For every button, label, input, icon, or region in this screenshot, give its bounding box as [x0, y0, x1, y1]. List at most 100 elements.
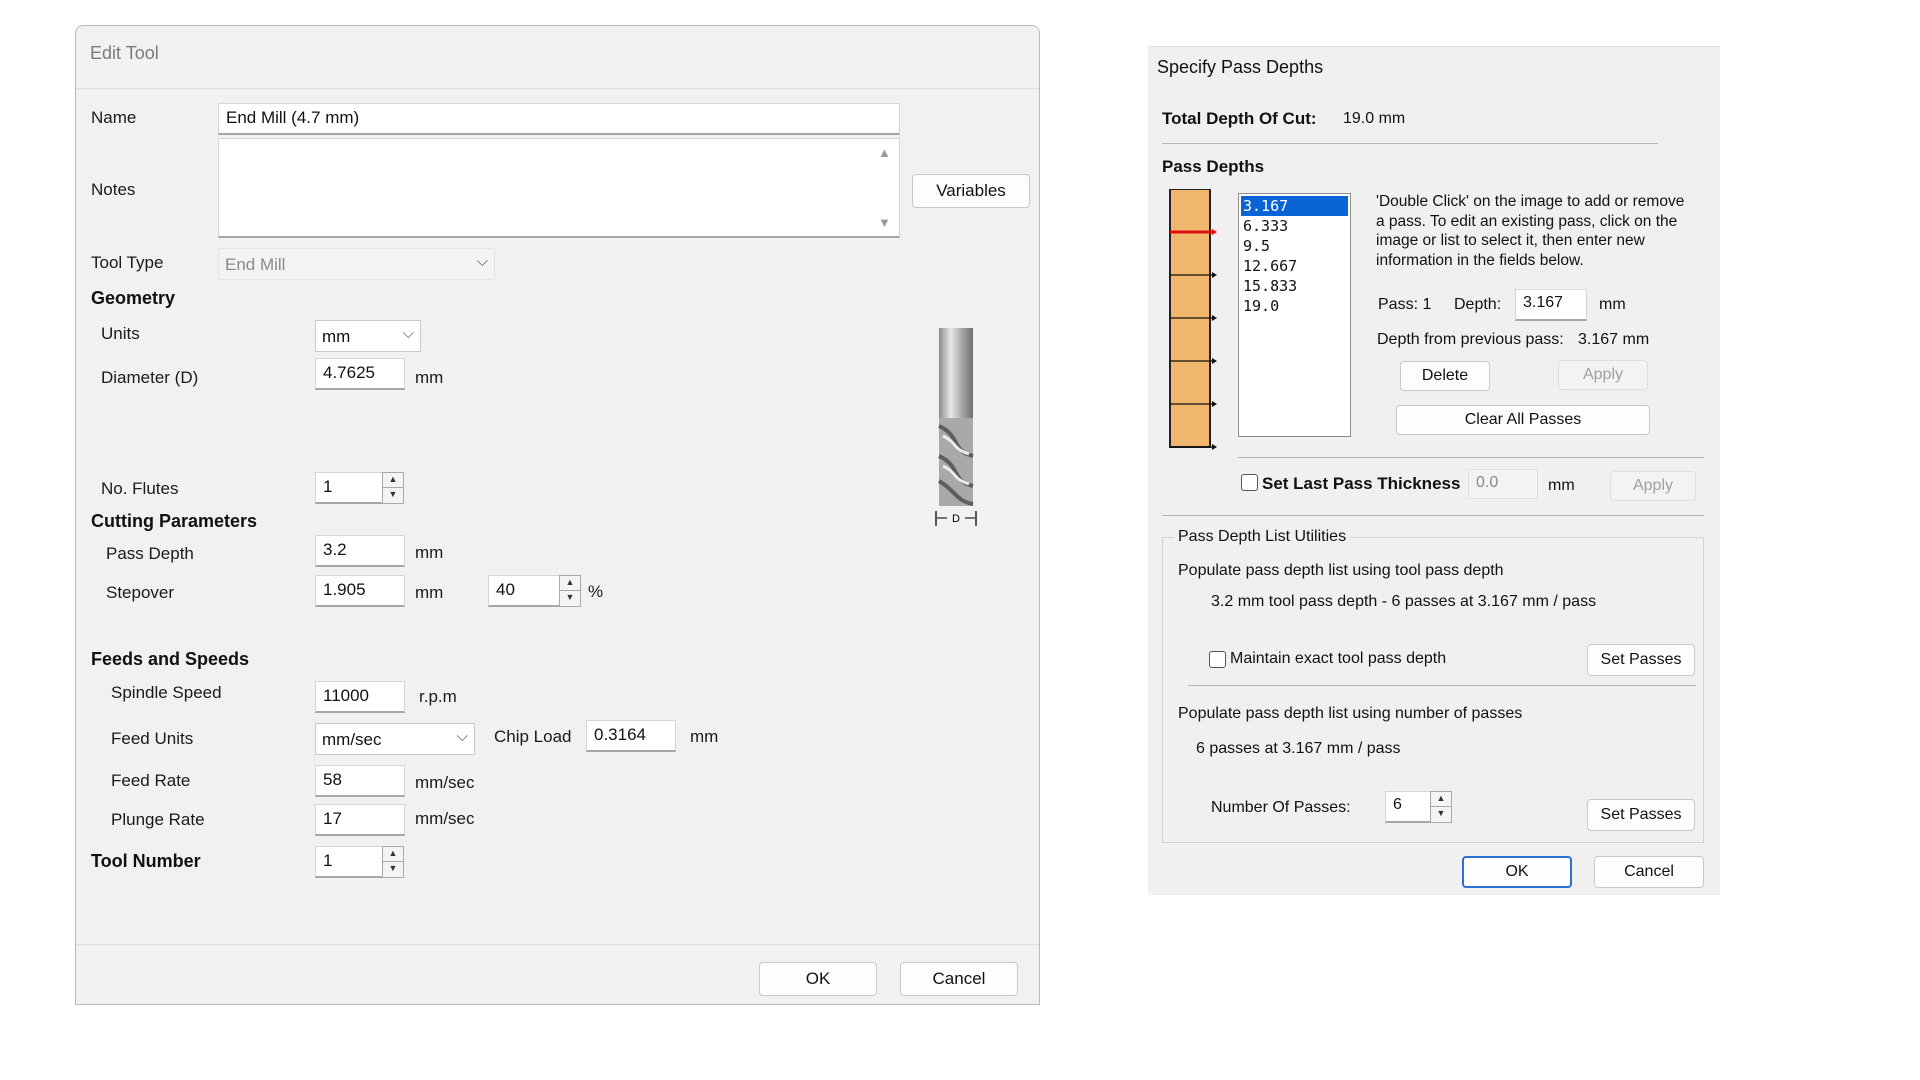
set-last-pass-label: Set Last Pass Thickness: [1262, 474, 1461, 493]
depth-unit: mm: [1599, 296, 1626, 313]
pass-depth-list[interactable]: 3.167 6.333 9.5 12.667 15.833 19.0: [1238, 193, 1351, 437]
notes-scrollbar[interactable]: ▲ ▼: [873, 139, 899, 236]
utilities-header: Pass Depth List Utilities: [1174, 528, 1351, 546]
divider: [1162, 515, 1704, 516]
units-select[interactable]: mm ⌵: [315, 320, 421, 352]
notes-textarea[interactable]: ▲ ▼: [218, 138, 900, 238]
depth-from-previous-label: Depth from previous pass:: [1377, 331, 1564, 348]
tool-type-value: End Mill: [225, 255, 286, 274]
delete-button[interactable]: Delete: [1400, 361, 1490, 391]
number-of-passes-label: Number Of Passes:: [1211, 799, 1351, 816]
units-value: mm: [322, 327, 351, 346]
dialog-title: Specify Pass Depths: [1157, 57, 1324, 77]
chevron-down-icon: ⌵: [456, 728, 468, 745]
pass-marker-icon: [1212, 271, 1217, 278]
number-of-passes-stepper[interactable]: ▲ ▼: [1430, 791, 1452, 823]
tool-type-label: Tool Type: [91, 253, 164, 272]
pass-list-item[interactable]: 15.833: [1241, 276, 1348, 296]
stepper-down-icon[interactable]: ▼: [1431, 807, 1451, 822]
tool-number-stepper[interactable]: ▲ ▼: [382, 846, 404, 878]
stepover-percent-input[interactable]: 40: [488, 575, 560, 607]
divider: [1238, 457, 1704, 458]
pass-list-item[interactable]: 9.5: [1241, 236, 1348, 256]
populate-tool-info: 3.2 mm tool pass depth - 6 passes at 3.1…: [1211, 593, 1597, 610]
stepper-down-icon[interactable]: ▼: [383, 488, 403, 503]
number-of-passes-input[interactable]: 6: [1385, 791, 1431, 823]
pass-depth-unit: mm: [415, 543, 444, 562]
stepover-label: Stepover: [106, 583, 175, 602]
tool-number-label: Tool Number: [91, 851, 201, 871]
set-last-pass-apply-button: Apply: [1610, 471, 1696, 501]
spindle-speed-unit: r.p.m: [419, 687, 457, 706]
maintain-exact-label: Maintain exact tool pass depth: [1230, 650, 1447, 667]
pass-marker-icon: [1212, 358, 1217, 365]
set-last-pass-checkbox[interactable]: [1241, 474, 1258, 491]
instructions-text: 'Double Click' on the image to add or re…: [1376, 193, 1685, 269]
set-last-pass-input: 0.0: [1468, 469, 1538, 499]
stepper-down-icon[interactable]: ▼: [560, 591, 580, 606]
divider: [1188, 685, 1696, 686]
stepper-up-icon[interactable]: ▲: [560, 576, 580, 591]
name-input[interactable]: End Mill (4.7 mm): [218, 103, 900, 135]
chip-load-unit: mm: [690, 727, 719, 746]
diameter-label: Diameter (D): [101, 368, 199, 387]
stepper-up-icon[interactable]: ▲: [383, 473, 403, 488]
set-passes-number-button[interactable]: Set Passes: [1587, 799, 1695, 831]
pass-list-item[interactable]: 19.0: [1241, 296, 1348, 316]
flutes-stepper[interactable]: ▲ ▼: [382, 472, 404, 504]
pass-depths-header: Pass Depths: [1162, 157, 1265, 176]
pass-depth-label: Pass Depth: [106, 544, 194, 563]
maintain-exact-checkbox[interactable]: [1209, 651, 1226, 668]
stepper-up-icon[interactable]: ▲: [383, 847, 403, 862]
chip-load-input[interactable]: 0.3164: [586, 720, 676, 752]
feed-units-select[interactable]: mm/sec ⌵: [315, 723, 475, 755]
depth-input[interactable]: 3.167: [1515, 289, 1587, 321]
pass-list-item[interactable]: 3.167: [1241, 196, 1348, 216]
tool-diagram: D: [935, 328, 977, 526]
stepper-up-icon[interactable]: ▲: [1431, 792, 1451, 807]
stepper-down-icon[interactable]: ▼: [383, 862, 403, 877]
pass-marker-icon: [1212, 444, 1217, 450]
stepover-input[interactable]: 1.905: [315, 575, 405, 607]
spindle-speed-input[interactable]: 11000: [315, 681, 405, 713]
feed-rate-input[interactable]: 58: [315, 765, 405, 797]
stepover-percent-stepper[interactable]: ▲ ▼: [559, 575, 581, 607]
ok-button[interactable]: OK: [1462, 856, 1572, 888]
tool-number-input[interactable]: 1: [315, 846, 383, 878]
name-label: Name: [91, 108, 137, 127]
pass-depth-bar[interactable]: [1168, 189, 1224, 451]
plunge-rate-unit: mm/sec: [415, 809, 475, 828]
flutes-input[interactable]: 1: [315, 472, 383, 504]
flutes-label: No. Flutes: [101, 479, 179, 498]
footer-divider: [76, 944, 1039, 945]
feed-units-label: Feed Units: [111, 729, 194, 748]
cancel-button[interactable]: Cancel: [900, 962, 1018, 996]
total-depth-value: 19.0 mm: [1343, 110, 1406, 127]
cutting-parameters-header: Cutting Parameters: [91, 511, 258, 531]
cancel-button[interactable]: Cancel: [1594, 856, 1704, 888]
pass-list-item[interactable]: 6.333: [1241, 216, 1348, 236]
set-passes-tool-button[interactable]: Set Passes: [1587, 644, 1695, 676]
ok-button[interactable]: OK: [759, 962, 877, 996]
clear-all-passes-button[interactable]: Clear All Passes: [1396, 405, 1650, 435]
diameter-unit: mm: [415, 368, 444, 387]
pass-list-item[interactable]: 12.667: [1241, 256, 1348, 276]
spindle-speed-label: Spindle Speed: [111, 683, 222, 702]
units-label: Units: [101, 324, 140, 343]
depth-label: Depth:: [1454, 296, 1502, 313]
feeds-speeds-header: Feeds and Speeds: [91, 649, 250, 669]
diameter-input[interactable]: 4.7625: [315, 358, 405, 390]
pass-marker-icon: [1212, 229, 1217, 236]
populate-tool-label: Populate pass depth list using tool pass…: [1178, 562, 1504, 579]
scroll-up-icon[interactable]: ▲: [878, 145, 891, 160]
chip-load-label: Chip Load: [494, 727, 572, 746]
total-depth-label: Total Depth Of Cut:: [1162, 109, 1317, 128]
chevron-down-icon: ⌵: [476, 253, 488, 270]
stepover-unit: mm: [415, 583, 444, 602]
pass-marker-icon: [1212, 400, 1217, 407]
pass-depth-input[interactable]: 3.2: [315, 535, 405, 567]
depth-from-previous-value: 3.167 mm: [1578, 331, 1650, 348]
variables-button[interactable]: Variables: [912, 174, 1030, 208]
plunge-rate-input[interactable]: 17: [315, 804, 405, 836]
scroll-down-icon[interactable]: ▼: [878, 215, 891, 230]
